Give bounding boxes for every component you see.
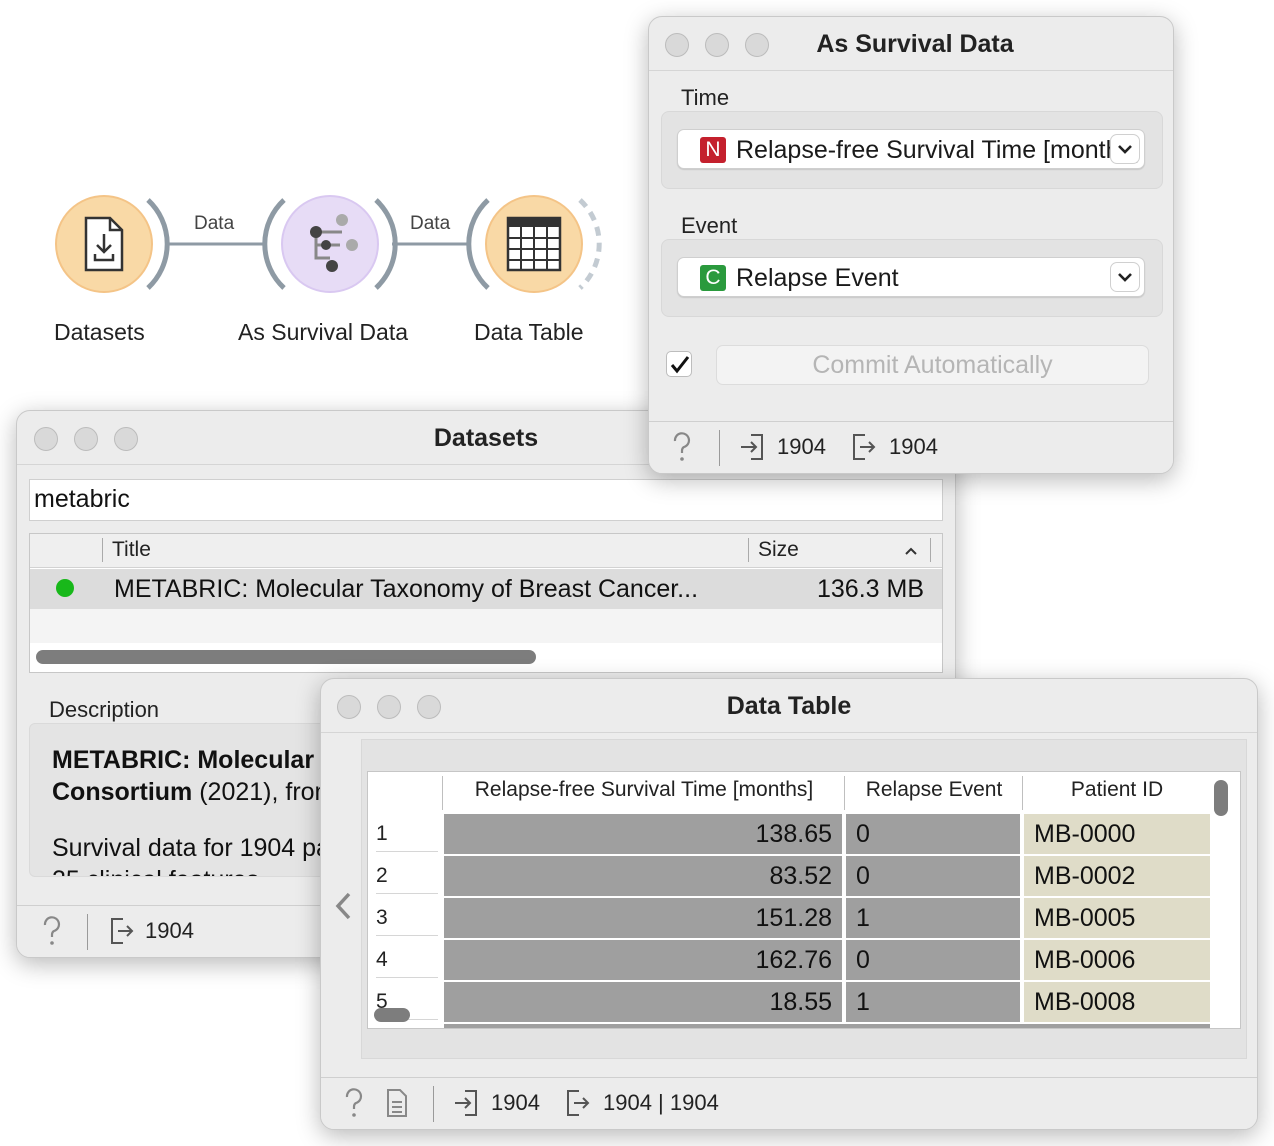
cell-event: 1 bbox=[846, 982, 1020, 1022]
column-header-patient-id[interactable]: Patient ID bbox=[1024, 778, 1210, 802]
status-bar: 1904 1904 bbox=[649, 421, 1173, 473]
data-table-window: Data Table Relapse-free Survival Time [m… bbox=[320, 678, 1258, 1130]
event-label: Event bbox=[681, 213, 738, 238]
input-icon bbox=[455, 1090, 477, 1116]
datasets-table[interactable]: Title Size METABRIC: Molecular Taxonomy … bbox=[29, 533, 943, 673]
cell-event: 0 bbox=[846, 940, 1020, 980]
node-label-data-table: Data Table bbox=[474, 319, 584, 345]
cell-event: 0 bbox=[846, 856, 1020, 896]
cell-event: 1 bbox=[846, 898, 1020, 938]
numeric-variable-icon: N bbox=[700, 137, 726, 163]
output-count: 1904 | 1904 bbox=[603, 1090, 719, 1115]
row-number: 1 bbox=[376, 822, 438, 852]
column-header-event[interactable]: Relapse Event bbox=[846, 778, 1022, 802]
time-variable-value: Relapse-free Survival Time [months] bbox=[736, 136, 1139, 164]
chevron-down-icon[interactable] bbox=[1110, 134, 1140, 164]
output-icon bbox=[853, 434, 876, 460]
cell-event: 0 bbox=[846, 814, 1020, 854]
checkmark-icon bbox=[670, 356, 690, 374]
help-icon[interactable] bbox=[671, 432, 693, 462]
status-bar: 1904 1904 | 1904 bbox=[321, 1077, 1257, 1129]
dataset-search-input[interactable]: metabric bbox=[29, 479, 943, 521]
cell-patient-id: MB-0002 bbox=[1024, 856, 1210, 896]
titlebar[interactable]: As Survival Data bbox=[649, 17, 1173, 71]
output-count: 1904 bbox=[889, 434, 938, 459]
input-count: 1904 bbox=[777, 434, 826, 459]
cell-time: 151.28 bbox=[444, 898, 842, 938]
description-text: 25 clinical features bbox=[52, 866, 259, 876]
horizontal-scrollbar[interactable] bbox=[36, 650, 536, 664]
description-label: Description bbox=[49, 697, 160, 722]
dataset-title: METABRIC: Molecular Taxonomy of Breast C… bbox=[114, 575, 699, 603]
commit-automatically-checkbox[interactable] bbox=[666, 351, 692, 377]
time-label: Time bbox=[681, 85, 730, 110]
table-row[interactable]: METABRIC: Molecular Taxonomy of Breast C… bbox=[30, 569, 942, 609]
vertical-scrollbar[interactable] bbox=[1214, 780, 1228, 816]
row-number: 3 bbox=[376, 906, 438, 936]
survival-data-icon bbox=[310, 214, 358, 272]
commit-button[interactable]: Commit Automatically bbox=[716, 345, 1149, 385]
window-title: As Survival Data bbox=[816, 30, 1014, 58]
cell-time: 162.76 bbox=[444, 940, 842, 980]
status-dot-icon bbox=[56, 579, 74, 597]
column-header-time[interactable]: Relapse-free Survival Time [months] bbox=[444, 778, 844, 802]
cell-time: 138.65 bbox=[444, 814, 842, 854]
categorical-variable-icon: C bbox=[700, 265, 726, 291]
cell-time: 18.55 bbox=[444, 982, 842, 1022]
link-label: Data bbox=[410, 213, 451, 234]
status-separator bbox=[719, 430, 720, 466]
titlebar[interactable]: Data Table bbox=[321, 679, 1257, 733]
table-header: Title Size bbox=[30, 534, 942, 568]
output-icon bbox=[567, 1090, 590, 1116]
column-header-size[interactable]: Size bbox=[758, 538, 799, 562]
cell-patient-id: MB-0008 bbox=[1024, 982, 1210, 1022]
help-icon[interactable] bbox=[343, 1088, 365, 1118]
window-title: Data Table bbox=[726, 692, 852, 720]
column-separator bbox=[442, 776, 443, 810]
horizontal-scrollbar[interactable] bbox=[374, 1008, 410, 1022]
column-separator bbox=[748, 538, 749, 562]
cell-time: 83.52 bbox=[444, 856, 842, 896]
help-icon[interactable] bbox=[41, 916, 63, 946]
column-header-title[interactable]: Title bbox=[112, 538, 151, 562]
cell-patient-id: MB-0006 bbox=[1024, 940, 1210, 980]
output-icon bbox=[111, 918, 134, 944]
event-variable-select[interactable]: C Relapse Event bbox=[677, 257, 1145, 297]
chevron-left-icon[interactable] bbox=[331, 889, 355, 923]
table-grid-icon bbox=[506, 216, 562, 272]
chevron-down-icon[interactable] bbox=[1110, 262, 1140, 292]
column-separator bbox=[1022, 776, 1023, 810]
column-separator bbox=[102, 538, 103, 562]
sort-ascending-icon bbox=[905, 547, 917, 555]
node-label-as-survival-data: As Survival Data bbox=[238, 319, 409, 345]
file-import-icon bbox=[84, 216, 124, 272]
description-consortium: Consortium bbox=[52, 778, 193, 806]
cell-patient-id: MB-0000 bbox=[1024, 814, 1210, 854]
time-variable-select[interactable]: N Relapse-free Survival Time [months] bbox=[677, 129, 1145, 169]
column-separator bbox=[930, 538, 931, 562]
status-separator bbox=[87, 914, 88, 950]
output-count: 1904 bbox=[145, 918, 194, 943]
input-count: 1904 bbox=[491, 1090, 540, 1115]
link-label: Data bbox=[194, 213, 235, 234]
event-variable-value: Relapse Event bbox=[736, 264, 899, 292]
data-table-grid[interactable]: Relapse-free Survival Time [months] Rela… bbox=[367, 771, 1241, 1029]
cell-patient-id: MB-0005 bbox=[1024, 898, 1210, 938]
input-icon bbox=[741, 434, 763, 460]
column-separator bbox=[844, 776, 845, 810]
report-icon[interactable] bbox=[385, 1088, 409, 1118]
node-label-datasets: Datasets bbox=[54, 319, 145, 345]
table-row-empty bbox=[30, 609, 942, 643]
status-separator bbox=[433, 1086, 434, 1122]
table-row-partial bbox=[444, 1024, 1210, 1028]
as-survival-data-window: As Survival Data Time N Relapse-free Sur… bbox=[648, 16, 1174, 474]
row-number: 2 bbox=[376, 864, 438, 894]
row-number: 4 bbox=[376, 948, 438, 978]
dataset-size: 136.3 MB bbox=[816, 575, 924, 603]
